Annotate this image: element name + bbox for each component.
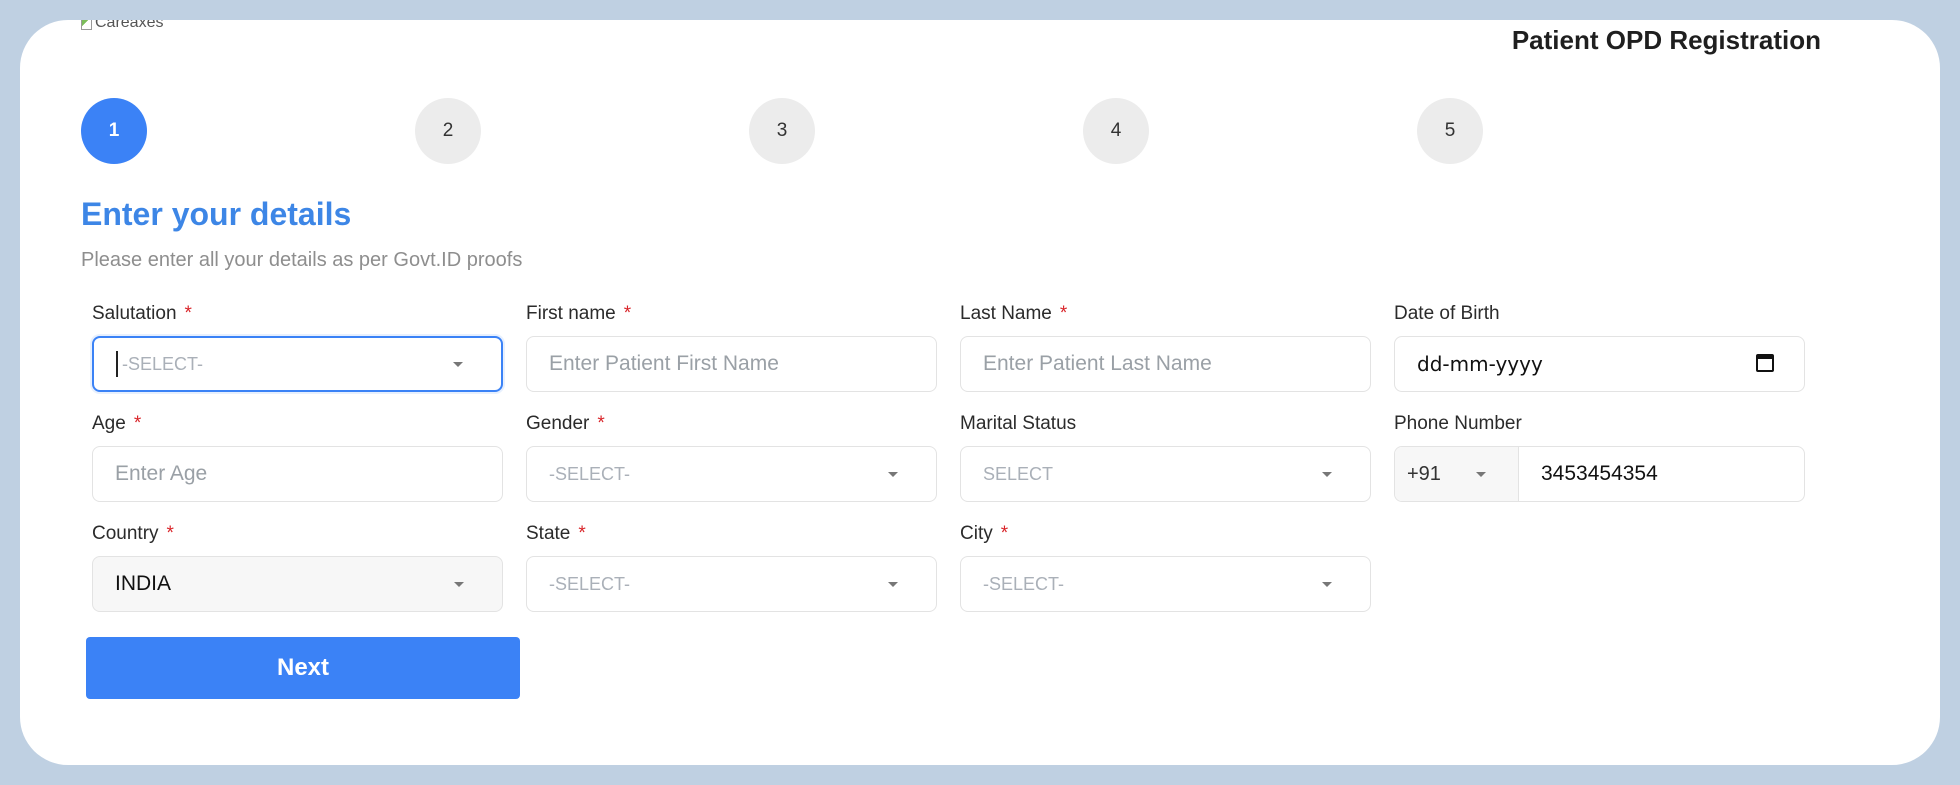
state-field: State * -SELECT- [526,522,937,612]
age-placeholder: Enter Age [115,462,208,485]
dob-label: Date of Birth [1394,303,1500,324]
city-select[interactable]: -SELECT- [960,556,1371,612]
last-name-label: Last Name [960,303,1052,324]
gender-field: Gender * -SELECT- [526,412,937,502]
salutation-field: Salutation * -SELECT- [92,302,503,392]
chevron-down-icon [888,582,898,587]
city-field: City * -SELECT- [960,522,1371,612]
step-3[interactable]: 3 [749,98,815,164]
chevron-down-icon [453,362,463,367]
age-field: Age * Enter Age [92,412,503,502]
phone-input-group: +91 3453454354 [1394,446,1805,502]
gender-label: Gender [526,413,590,434]
marital-status-field: Marital Status SELECT [960,412,1371,502]
step-2[interactable]: 2 [415,98,481,164]
required-mark: * [1059,303,1068,324]
marital-status-select[interactable]: SELECT [960,446,1371,502]
marital-status-label: Marital Status [960,413,1077,434]
first-name-label: First name [526,303,616,324]
salutation-placeholder: -SELECT- [122,353,204,374]
phone-field: Phone Number +91 3453454354 [1394,412,1805,502]
next-button[interactable]: Next [86,637,520,699]
gender-placeholder: -SELECT- [549,463,631,484]
dob-field: Date of Birth dd-mm-yyyy [1394,302,1805,392]
chevron-down-icon [454,582,464,587]
required-mark: * [597,413,605,434]
step-4[interactable]: 4 [1083,98,1149,164]
salutation-select[interactable]: -SELECT- [92,336,503,392]
phone-label: Phone Number [1394,413,1522,434]
country-code-select[interactable]: +91 [1395,447,1519,501]
step-5[interactable]: 5 [1417,98,1483,164]
page-title: Patient OPD Registration [1511,25,1821,55]
required-mark: * [166,523,174,544]
step-1[interactable]: 1 [81,98,147,164]
logo-alt-text: Careaxes [95,20,164,31]
country-code-value: +91 [1407,462,1441,485]
gender-select[interactable]: -SELECT- [526,446,937,502]
required-mark: * [133,413,142,434]
text-cursor [116,351,118,377]
chevron-down-icon [1322,472,1332,477]
first-name-placeholder: Enter Patient First Name [549,352,779,375]
last-name-field: Last Name * Enter Patient Last Name [960,302,1371,392]
city-label: City [960,523,993,544]
country-label: Country [92,523,159,544]
required-mark: * [578,523,586,544]
age-input[interactable]: Enter Age [92,446,503,502]
broken-image-icon [81,20,92,30]
form-subheading: Please enter all your details as per Gov… [81,249,523,271]
logo: Careaxes [81,20,163,32]
chevron-down-icon [1322,582,1332,587]
country-select[interactable]: INDIA [92,556,503,612]
first-name-input[interactable]: Enter Patient First Name [526,336,937,392]
last-name-placeholder: Enter Patient Last Name [983,352,1212,375]
chevron-down-icon [1476,472,1486,477]
country-value: INDIA [115,572,172,595]
chevron-down-icon [888,472,898,477]
state-select[interactable]: -SELECT- [526,556,937,612]
state-placeholder: -SELECT- [549,573,631,594]
state-label: State [526,523,571,544]
dob-input[interactable]: dd-mm-yyyy [1394,336,1805,392]
salutation-label: Salutation [92,303,177,324]
required-mark: * [184,303,192,324]
calendar-icon[interactable] [1756,354,1774,372]
form-heading: Enter your details [81,196,352,232]
city-placeholder: -SELECT- [983,573,1065,594]
phone-number-input[interactable]: 3453454354 [1519,462,1658,486]
stepper: 1 2 3 4 5 [81,98,1817,164]
dob-placeholder: dd-mm-yyyy [1417,352,1543,376]
last-name-input[interactable]: Enter Patient Last Name [960,336,1371,392]
required-mark: * [1000,523,1009,544]
country-field: Country * INDIA [92,522,503,612]
first-name-field: First name * Enter Patient First Name [526,302,937,392]
required-mark: * [623,303,632,324]
age-label: Age [92,413,126,434]
marital-status-placeholder: SELECT [983,463,1054,484]
